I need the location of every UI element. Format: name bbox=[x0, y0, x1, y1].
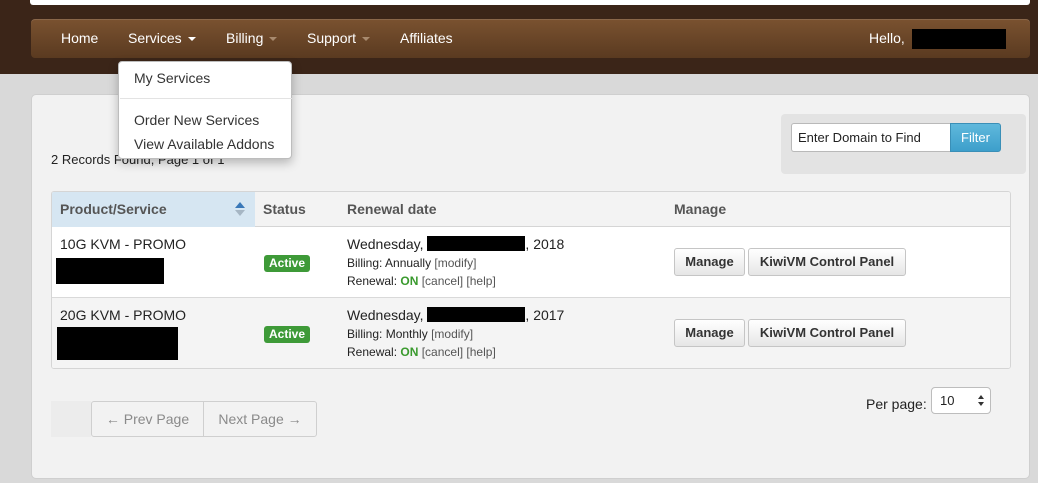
nav-home[interactable]: Home bbox=[61, 19, 98, 58]
status-badge: Active bbox=[264, 326, 311, 343]
chevron-down-icon bbox=[362, 37, 371, 42]
modify-link[interactable]: [modify] bbox=[431, 327, 473, 341]
status-badge: Active bbox=[264, 255, 311, 272]
pagination: ← Prev Page Next Page → bbox=[91, 401, 317, 437]
column-header-renewal[interactable]: Renewal date bbox=[347, 192, 436, 227]
column-header-manage: Manage bbox=[674, 201, 727, 217]
column-header-product[interactable]: Product/Service bbox=[60, 192, 167, 227]
chevron-down-icon bbox=[187, 37, 196, 42]
renewal-date: Wednesday, , 2017 bbox=[347, 307, 564, 323]
product-name: 10G KVM - PROMO bbox=[60, 236, 187, 252]
menu-item-order-new-services[interactable]: Order New Services bbox=[134, 112, 259, 128]
renewal-on: ON bbox=[400, 345, 419, 359]
nav-affiliates[interactable]: Affiliates bbox=[400, 19, 453, 58]
next-page-button[interactable]: Next Page → bbox=[204, 402, 316, 436]
per-page-select[interactable]: 10 bbox=[931, 387, 991, 414]
table-header: Product/Service Status Renewal date Mana… bbox=[52, 192, 1010, 227]
nav-support[interactable]: Support bbox=[307, 19, 371, 58]
domain-filter-input[interactable] bbox=[791, 123, 951, 152]
services-dropdown-menu: My Services Order New Services View Avai… bbox=[118, 61, 292, 159]
chevron-down-icon bbox=[269, 37, 278, 42]
cancel-link[interactable]: [cancel] bbox=[422, 274, 463, 288]
filter-button[interactable]: Filter bbox=[950, 123, 1001, 152]
renewal-label: Renewal: bbox=[347, 274, 398, 288]
renewal-day: Wednesday, bbox=[347, 236, 424, 252]
product-name: 20G KVM - PROMO bbox=[60, 307, 187, 323]
redacted-date bbox=[427, 236, 526, 251]
redacted-hostname bbox=[56, 258, 164, 284]
select-arrows-icon bbox=[978, 395, 985, 407]
redacted-username bbox=[911, 29, 1006, 50]
billing-value: Monthly bbox=[385, 327, 428, 341]
redacted-hostname bbox=[57, 327, 178, 360]
menu-divider bbox=[120, 98, 292, 99]
kiwivm-panel-button[interactable]: KiwiVM Control Panel bbox=[748, 319, 906, 347]
billing-cycle: Billing: Annually [modify] bbox=[347, 256, 476, 270]
billing-label: Billing: bbox=[347, 256, 383, 270]
renewal-label: Renewal: bbox=[347, 345, 398, 359]
nav-billing[interactable]: Billing bbox=[226, 19, 278, 58]
greeting-label: Hello, bbox=[869, 30, 905, 46]
manage-button[interactable]: Manage bbox=[674, 248, 745, 276]
prev-page-button[interactable]: ← Prev Page bbox=[92, 402, 204, 436]
table-row[interactable]: 10G KVM - PROMO Active Wednesday, , 2018… bbox=[52, 227, 1010, 298]
header-top-strip bbox=[30, 0, 1030, 5]
menu-item-my-services[interactable]: My Services bbox=[134, 70, 210, 86]
modify-link[interactable]: [modify] bbox=[434, 256, 476, 270]
help-link[interactable]: [help] bbox=[466, 345, 495, 359]
renewal-year: , 2018 bbox=[525, 236, 565, 252]
column-header-status[interactable]: Status bbox=[263, 192, 306, 227]
nav-user-greeting[interactable]: Hello, bbox=[869, 19, 1006, 58]
billing-value: Annually bbox=[385, 256, 432, 270]
nav-services[interactable]: Services bbox=[128, 19, 196, 58]
pagination-spacer bbox=[51, 401, 91, 437]
renewal-date: Wednesday, , 2018 bbox=[347, 236, 564, 252]
renewal-day: Wednesday, bbox=[347, 307, 424, 323]
cancel-link[interactable]: [cancel] bbox=[422, 345, 463, 359]
per-page-label: Per page: bbox=[866, 396, 927, 412]
nav-billing-label: Billing bbox=[226, 30, 264, 46]
renewal-status: Renewal: ON [cancel] [help] bbox=[347, 345, 496, 359]
nav-support-label: Support bbox=[307, 30, 357, 46]
kiwivm-panel-button[interactable]: KiwiVM Control Panel bbox=[748, 248, 906, 276]
main-navbar: Home Services Billing Support Affiliates… bbox=[31, 19, 1030, 58]
services-table: Product/Service Status Renewal date Mana… bbox=[51, 191, 1011, 369]
renewal-on: ON bbox=[400, 274, 419, 288]
billing-label: Billing: bbox=[347, 327, 383, 341]
manage-button[interactable]: Manage bbox=[674, 319, 745, 347]
nav-services-label: Services bbox=[128, 30, 182, 46]
renewal-year: , 2017 bbox=[525, 307, 565, 323]
menu-item-view-addons[interactable]: View Available Addons bbox=[134, 136, 274, 152]
redacted-date bbox=[427, 307, 526, 322]
table-row[interactable]: 20G KVM - PROMO Active Wednesday, , 2017… bbox=[52, 298, 1010, 368]
help-link[interactable]: [help] bbox=[466, 274, 495, 288]
billing-cycle: Billing: Monthly [modify] bbox=[347, 327, 473, 341]
renewal-status: Renewal: ON [cancel] [help] bbox=[347, 274, 496, 288]
sort-icon[interactable] bbox=[235, 202, 245, 217]
per-page-value: 10 bbox=[940, 393, 955, 408]
